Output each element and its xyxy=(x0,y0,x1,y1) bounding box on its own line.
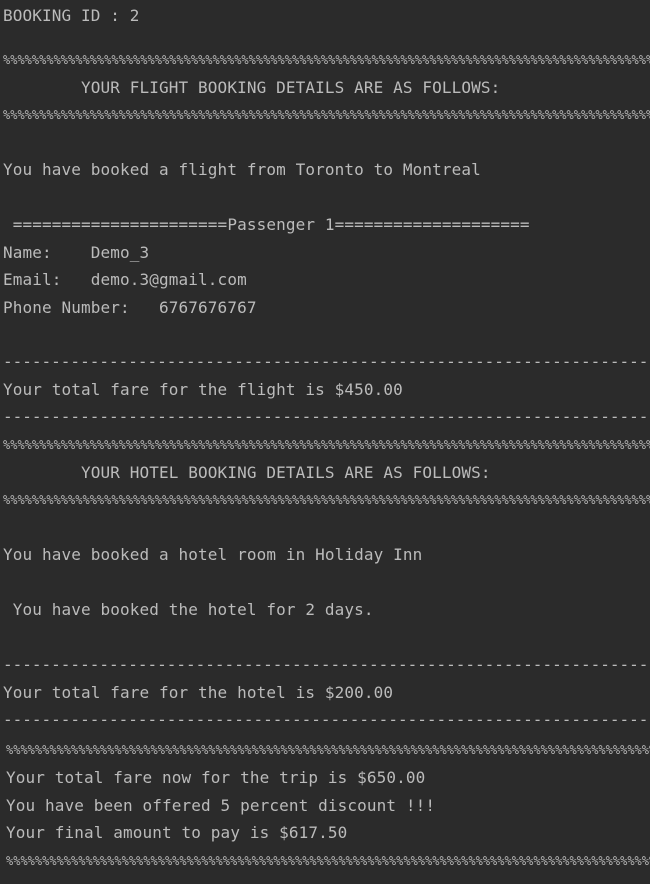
dash-separator: ----------------------------------------… xyxy=(3,407,650,426)
discount-line: You have been offered 5 percent discount… xyxy=(6,796,436,815)
console-output: BOOKING ID : 2 %%%%%%%%%%%%%%%%%%%%%%%%%… xyxy=(0,0,650,884)
passenger-name-line: Name: Demo_3 xyxy=(3,243,150,262)
trip-total-line: Your total fare now for the trip is $650… xyxy=(6,768,426,787)
percent-separator: %%%%%%%%%%%%%%%%%%%%%%%%%%%%%%%%%%%%%%%%… xyxy=(3,438,650,452)
booking-id-line: BOOKING ID : 2 xyxy=(3,6,140,25)
dash-separator: ----------------------------------------… xyxy=(3,352,650,371)
hotel-details-header: YOUR HOTEL BOOKING DETAILS ARE AS FOLLOW… xyxy=(3,463,491,482)
dash-separator: ----------------------------------------… xyxy=(3,710,650,729)
flight-details-header: YOUR FLIGHT BOOKING DETAILS ARE AS FOLLO… xyxy=(3,78,501,97)
percent-separator: %%%%%%%%%%%%%%%%%%%%%%%%%%%%%%%%%%%%%%%%… xyxy=(3,493,650,507)
percent-separator: %%%%%%%%%%%%%%%%%%%%%%%%%%%%%%%%%%%%%%%%… xyxy=(6,743,650,757)
hotel-booked-line: You have booked a hotel room in Holiday … xyxy=(3,545,423,564)
passenger-email-line: Email: demo.3@gmail.com xyxy=(3,270,247,289)
hotel-days-line: You have booked the hotel for 2 days. xyxy=(3,600,374,619)
hotel-fare-line: Your total fare for the hotel is $200.00 xyxy=(3,683,394,702)
percent-separator: %%%%%%%%%%%%%%%%%%%%%%%%%%%%%%%%%%%%%%%%… xyxy=(3,108,650,122)
dash-separator: ----------------------------------------… xyxy=(3,655,650,674)
passenger-phone-line: Phone Number: 6767676767 xyxy=(3,298,257,317)
percent-separator: %%%%%%%%%%%%%%%%%%%%%%%%%%%%%%%%%%%%%%%%… xyxy=(3,53,650,67)
final-amount-line: Your final amount to pay is $617.50 xyxy=(6,823,348,842)
passenger-header: ======================Passenger 1=======… xyxy=(3,215,530,234)
flight-route-line: You have booked a flight from Toronto to… xyxy=(3,160,481,179)
percent-separator: %%%%%%%%%%%%%%%%%%%%%%%%%%%%%%%%%%%%%%%%… xyxy=(6,854,650,868)
flight-fare-line: Your total fare for the flight is $450.0… xyxy=(3,380,403,399)
